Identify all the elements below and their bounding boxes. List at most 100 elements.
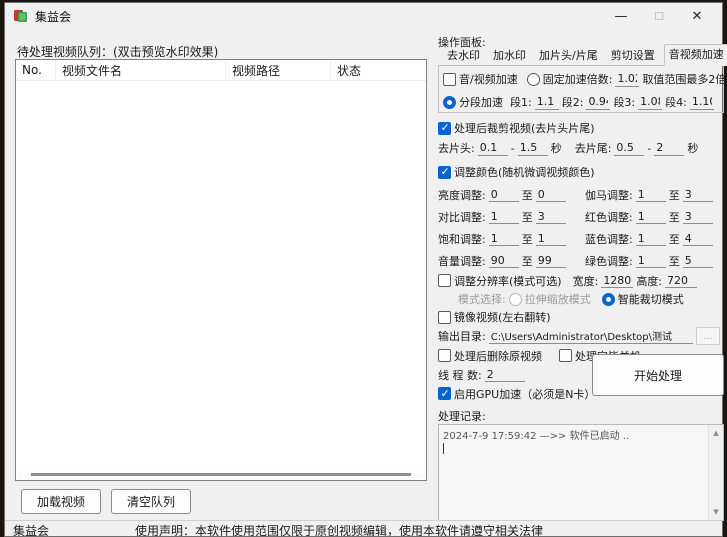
gamma-from-input[interactable] — [636, 187, 666, 202]
segment4-label: 段4: — [665, 94, 687, 110]
queue-listbox[interactable]: No. 视频文件名 视频路径 状态 — [15, 59, 427, 481]
contrast-from-input[interactable] — [489, 209, 519, 224]
smart-crop-label: 智能裁切模式 — [618, 291, 684, 307]
contrast-to-input[interactable] — [536, 209, 566, 224]
av-speed-checkbox[interactable] — [443, 73, 456, 86]
column-path[interactable]: 视频路径 — [226, 60, 331, 80]
trim-head-from-input[interactable] — [478, 141, 508, 156]
resolution-label: 调整分辨率(模式可选) — [454, 273, 562, 289]
output-dir-label: 输出目录: — [438, 328, 486, 344]
load-videos-button[interactable]: 加载视频 — [21, 489, 101, 514]
to-label: 至 — [669, 231, 680, 247]
scroll-down-icon[interactable]: ▼ — [713, 508, 718, 516]
to-label: 至 — [669, 209, 680, 225]
delete-original-checkbox[interactable] — [438, 349, 451, 362]
minimize-icon[interactable]: — — [602, 5, 640, 27]
log-line: 2024-7-9 17:59:42 —>> 软件已启动 .. — [443, 427, 705, 442]
trim-label: 处理后裁剪视频(去片头片尾) — [454, 120, 595, 136]
tab-av-speed[interactable]: 音视频加速 — [664, 44, 727, 66]
mirror-checkbox[interactable] — [438, 311, 451, 324]
trim-head-to-input[interactable] — [518, 141, 548, 156]
to-label: 至 — [522, 231, 533, 247]
resolution-checkbox[interactable] — [438, 274, 451, 287]
trim-tail-to-input[interactable] — [654, 141, 684, 156]
tab-bar: 去水印 加水印 加片头/片尾 剪切设置 音视频加速 — [438, 48, 724, 65]
threads-label: 线 程 数: — [438, 367, 482, 383]
green-to-input[interactable] — [683, 253, 713, 268]
segment4-input[interactable] — [690, 95, 714, 110]
close-icon[interactable]: ✕ — [678, 5, 716, 27]
width-label: 宽度: — [573, 273, 599, 289]
trim-sec-label2: 秒 — [687, 140, 698, 156]
maximize-icon[interactable]: ☐ — [640, 5, 678, 27]
blue-from-input[interactable] — [636, 231, 666, 246]
color-adjust-label: 调整颜色(随机微调视频颜色) — [454, 164, 595, 180]
threads-input[interactable] — [485, 367, 525, 382]
queue-label: 待处理视频队列：(双击预览水印效果) — [17, 43, 218, 60]
green-label: 绿色调整: — [585, 253, 633, 269]
red-from-input[interactable] — [636, 209, 666, 224]
volume-from-input[interactable] — [489, 253, 519, 268]
to-label: 至 — [522, 187, 533, 203]
brightness-to-input[interactable] — [536, 187, 566, 202]
segment1-input[interactable] — [535, 95, 559, 110]
log-scrollbar[interactable]: ▲ ▼ — [708, 425, 723, 520]
output-dir-input[interactable] — [489, 329, 693, 344]
trim-dash2: - — [647, 142, 651, 155]
horizontal-scrollbar[interactable] — [17, 471, 425, 479]
column-no[interactable]: No. — [16, 60, 56, 80]
brightness-from-input[interactable] — [489, 187, 519, 202]
segment2-input[interactable] — [586, 95, 610, 110]
queue-header: No. 视频文件名 视频路径 状态 — [16, 60, 426, 81]
start-processing-button[interactable]: 开始处理 — [592, 354, 724, 396]
shutdown-checkbox[interactable] — [559, 349, 572, 362]
browse-button[interactable]: ... — [696, 327, 720, 345]
blue-to-input[interactable] — [683, 231, 713, 246]
app-icon — [13, 8, 29, 24]
gpu-label: 启用GPU加速（必须是N卡） — [454, 386, 595, 402]
saturation-to-input[interactable] — [536, 231, 566, 246]
window-title: 集益会 — [35, 8, 71, 25]
clear-queue-button[interactable]: 清空队列 — [111, 489, 191, 514]
queue-rows-empty — [16, 81, 426, 470]
saturation-from-input[interactable] — [489, 231, 519, 246]
tab-intro-outro[interactable]: 加片头/片尾 — [535, 46, 602, 65]
speed-tab-panel: 音/视频加速 固定加速倍数: 取值范围最多2倍 分段加速 段1: 段2: 段3:… — [438, 65, 724, 113]
red-to-input[interactable] — [683, 209, 713, 224]
column-filename[interactable]: 视频文件名 — [56, 60, 226, 80]
window-controls: — ☐ ✕ — [602, 5, 716, 27]
height-label: 高度: — [636, 273, 662, 289]
to-label: 至 — [669, 187, 680, 203]
trim-tail-from-input[interactable] — [614, 141, 644, 156]
volume-to-input[interactable] — [536, 253, 566, 268]
tab-remove-watermark[interactable]: 去水印 — [443, 46, 484, 65]
color-adjust-checkbox[interactable] — [438, 166, 451, 179]
fixed-speed-label: 固定加速倍数: — [543, 71, 613, 87]
scroll-up-icon[interactable]: ▲ — [713, 429, 718, 437]
stretch-mode-label: 拉伸缩放模式 — [525, 291, 591, 307]
segment3-label: 段3: — [613, 94, 635, 110]
green-from-input[interactable] — [636, 253, 666, 268]
status-usage-notice: 使用声明：本软件使用范围仅限于原创视频编辑，使用本软件请遵守相关法律 — [135, 522, 722, 536]
horizontal-scrollbar-thumb[interactable] — [31, 473, 411, 476]
smart-crop-radio[interactable] — [602, 293, 615, 306]
height-input[interactable] — [665, 273, 697, 288]
gamma-to-input[interactable] — [683, 187, 713, 202]
segment3-input[interactable] — [638, 95, 662, 110]
tab-cut-settings[interactable]: 剪切设置 — [607, 46, 659, 65]
mirror-label: 镜像视频(左右翻转) — [454, 309, 551, 325]
delete-original-label: 处理后删除原视频 — [454, 348, 542, 364]
to-label: 至 — [522, 253, 533, 269]
segment1-label: 段1: — [510, 94, 532, 110]
tab-add-watermark[interactable]: 加水印 — [489, 46, 530, 65]
fixed-speed-input[interactable] — [615, 72, 639, 87]
stretch-mode-radio[interactable] — [509, 293, 522, 306]
log-box[interactable]: 2024-7-9 17:59:42 —>> 软件已启动 .. ▲ ▼ — [438, 424, 724, 521]
width-input[interactable] — [601, 273, 633, 288]
trim-checkbox[interactable] — [438, 122, 451, 135]
gpu-checkbox[interactable] — [438, 387, 451, 400]
segment-speed-radio[interactable] — [443, 96, 456, 109]
operation-panel: 操作面板: 去水印 加水印 加片头/片尾 剪切设置 音视频加速 音/视频加速 固… — [438, 34, 724, 521]
column-status[interactable]: 状态 — [331, 60, 426, 80]
fixed-speed-radio[interactable] — [527, 73, 540, 86]
